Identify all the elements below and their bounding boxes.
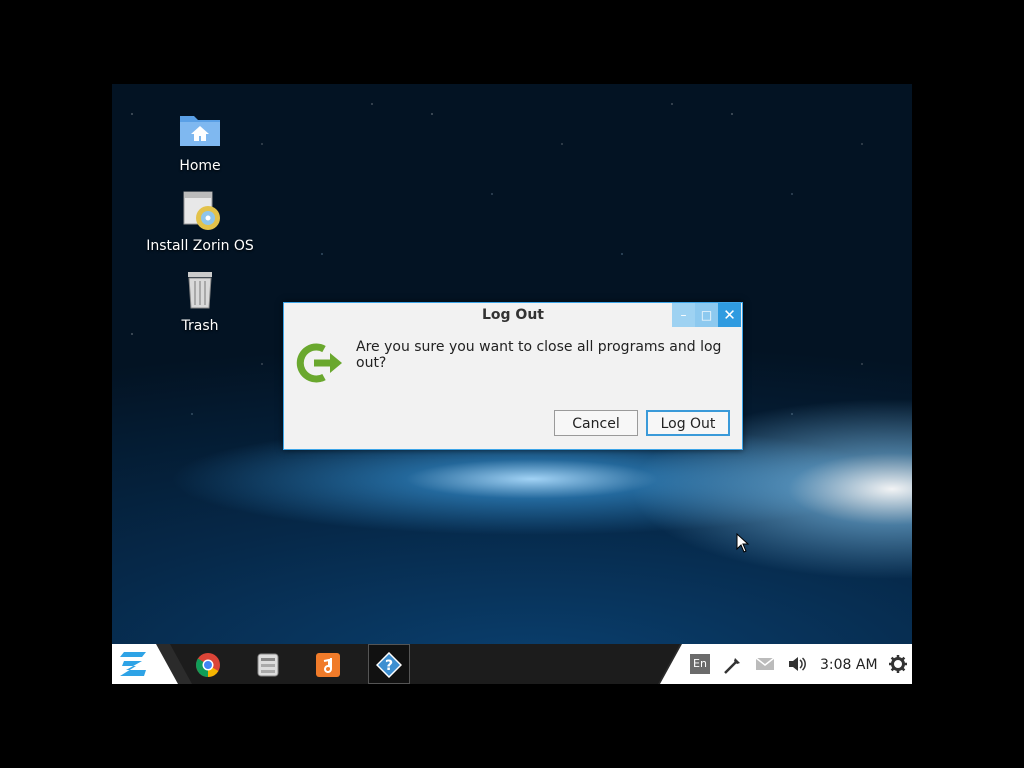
volume-icon[interactable] <box>787 655 807 673</box>
desktop-icon-install[interactable]: Install Zorin OS <box>140 186 260 254</box>
music-icon[interactable] <box>315 652 341 678</box>
chrome-icon[interactable] <box>195 652 221 678</box>
keyboard-layout-indicator[interactable]: En <box>690 654 710 674</box>
active-task-button[interactable]: ? <box>368 644 410 684</box>
mail-icon[interactable] <box>755 656 775 672</box>
desktop-icon-trash[interactable]: Trash <box>140 266 260 334</box>
svg-text:?: ? <box>385 658 393 674</box>
dialog-titlebar[interactable]: Log Out – □ ✕ <box>284 303 742 327</box>
desktop-icon-label: Install Zorin OS <box>146 238 254 254</box>
install-disc-icon <box>183 191 220 230</box>
dialog-message: Are you sure you want to close all progr… <box>356 339 722 371</box>
logout-dialog: Log Out – □ ✕ Are you sure you want to c… <box>283 302 743 450</box>
start-button[interactable] <box>112 644 178 684</box>
cancel-button[interactable]: Cancel <box>554 410 638 436</box>
home-folder-icon <box>180 116 220 146</box>
task-list <box>170 644 680 684</box>
system-tray: En 3:08 AM <box>660 644 912 684</box>
close-button[interactable]: ✕ <box>718 303 741 327</box>
mouse-cursor-icon <box>736 533 750 553</box>
logout-button[interactable]: Log Out <box>646 410 730 436</box>
network-icon[interactable] <box>723 655 743 675</box>
maximize-button[interactable]: □ <box>695 303 718 327</box>
file-manager-icon[interactable] <box>255 652 281 678</box>
trash-icon <box>188 272 212 309</box>
taskbar: ? En 3:08 AM <box>112 644 912 684</box>
minimize-button[interactable]: – <box>672 303 695 327</box>
desktop-icon-label: Trash <box>181 318 219 334</box>
desktop: Home Install Zorin OS Trash Log Out – □ … <box>112 84 912 684</box>
gear-icon[interactable] <box>889 655 907 673</box>
clock[interactable]: 3:08 AM <box>820 657 878 673</box>
logout-icon <box>296 343 342 383</box>
help-icon: ? <box>376 652 402 678</box>
zorin-menu-icon <box>120 652 146 676</box>
desktop-icon-label: Home <box>179 158 221 174</box>
desktop-icon-home[interactable]: Home <box>140 106 260 174</box>
